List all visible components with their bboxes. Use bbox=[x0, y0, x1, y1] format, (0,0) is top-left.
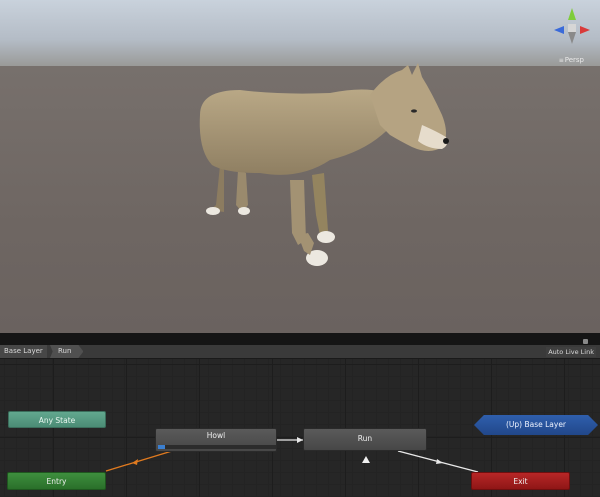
entry-node[interactable]: Entry bbox=[7, 472, 106, 490]
lock-icon[interactable] bbox=[583, 339, 588, 344]
howl-state-label: Howl bbox=[206, 431, 226, 440]
howl-progress-bar bbox=[158, 445, 276, 449]
orientation-gizmo-icon[interactable] bbox=[550, 6, 594, 50]
gizmo-x-axis bbox=[580, 26, 590, 34]
howl-state-node[interactable]: Howl bbox=[155, 428, 277, 452]
gizmo-center-cube bbox=[568, 24, 576, 32]
panel-divider bbox=[0, 333, 600, 345]
menu-icon: ≡ bbox=[558, 57, 564, 64]
gizmo-neg-y-axis bbox=[568, 32, 576, 44]
howl-progress-fill bbox=[158, 445, 166, 449]
wolf-model[interactable] bbox=[180, 55, 460, 285]
breadcrumb-run[interactable]: Run bbox=[50, 345, 84, 358]
default-transition-line bbox=[105, 450, 173, 472]
exit-node[interactable]: Exit bbox=[471, 472, 570, 490]
persp-text: Persp bbox=[564, 56, 584, 64]
view-mode-label[interactable]: ≡Persp bbox=[559, 56, 584, 64]
gizmo-z-axis bbox=[554, 26, 564, 34]
gizmo-y-axis bbox=[568, 8, 576, 20]
any-state-node[interactable]: Any State bbox=[8, 411, 106, 428]
scene-view[interactable]: ≡Persp bbox=[0, 0, 600, 335]
transition-up-arrow-icon bbox=[362, 456, 370, 463]
animator-graph[interactable]: Any State Entry Exit Howl Run (Up) Base … bbox=[0, 359, 600, 497]
up-base-layer-node[interactable]: (Up) Base Layer bbox=[474, 415, 598, 435]
run-state-node[interactable]: Run bbox=[303, 428, 427, 451]
default-transition-arrow bbox=[132, 459, 138, 465]
animator-toolbar: Base Layer Run Auto Live Link bbox=[0, 345, 600, 359]
run-exit-transition-arrow bbox=[436, 459, 443, 464]
auto-live-link-toggle[interactable]: Auto Live Link bbox=[546, 347, 596, 357]
breadcrumb-base-layer[interactable]: Base Layer bbox=[0, 345, 47, 358]
